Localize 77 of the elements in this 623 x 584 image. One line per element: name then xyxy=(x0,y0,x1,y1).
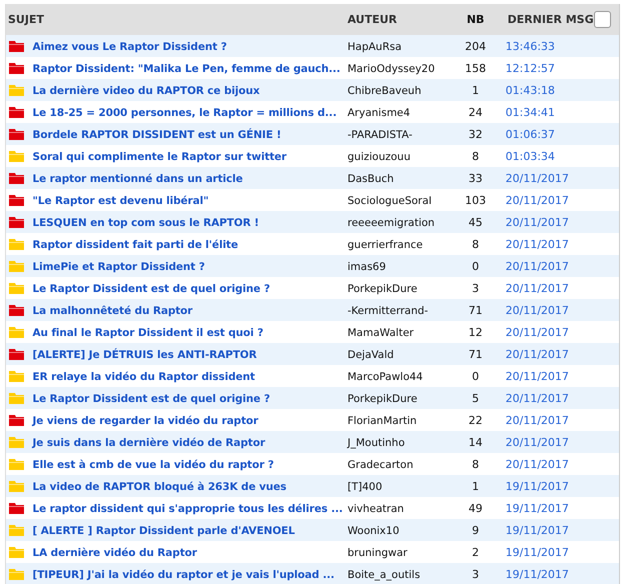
last-message-link[interactable]: 19/11/2017 xyxy=(506,546,569,558)
author-name: PorkepikDure xyxy=(348,392,418,404)
author-name: Boite_a_outils xyxy=(348,568,420,580)
reply-count: 1 xyxy=(472,480,479,492)
reply-count: 12 xyxy=(468,326,482,338)
reply-count: 24 xyxy=(468,106,482,118)
author-name: HapAuRsa xyxy=(348,40,402,52)
topic-link[interactable]: Au final le Raptor Dissident il est quoi ? xyxy=(32,326,264,338)
reply-count: 158 xyxy=(465,62,486,74)
reply-count: 0 xyxy=(472,370,479,382)
topic-link[interactable]: Raptor Dissident: "Malika Le Pen, femme de gauch... xyxy=(32,62,340,74)
topic-link[interactable]: Raptor dissident fait parti de l'élite xyxy=(32,238,238,250)
reply-count: 2 xyxy=(472,546,479,558)
select-all-checkbox[interactable] xyxy=(594,11,610,28)
author-name: FlorianMartin xyxy=(348,414,417,426)
reply-count: 1 xyxy=(472,84,479,96)
topic-link[interactable]: LA dernière vidéo du Raptor xyxy=(32,546,197,558)
reply-count: 33 xyxy=(468,172,482,184)
topic-link[interactable]: ER relaye la vidéo du Raptor dissident xyxy=(32,370,255,382)
last-message-link[interactable]: 01:34:41 xyxy=(506,106,555,118)
last-message-link[interactable]: 12:12:57 xyxy=(506,62,555,74)
topic-link[interactable]: Elle est à cmb de vue la vidéo du raptor ? xyxy=(32,458,274,470)
author-name: DasBuch xyxy=(348,172,394,184)
reply-count: 8 xyxy=(472,150,479,162)
reply-count: 3 xyxy=(472,282,479,294)
last-message-link[interactable]: 01:03:34 xyxy=(506,150,555,162)
reply-count: 8 xyxy=(472,458,479,470)
reply-count: 49 xyxy=(468,502,482,514)
reply-count: 71 xyxy=(468,348,482,360)
reply-count: 32 xyxy=(468,128,482,140)
author-name: J_Moutinho xyxy=(348,436,405,448)
author-name: Aryanisme4 xyxy=(348,106,410,118)
topic-link[interactable]: Le raptor dissident qui s'approprie tous les délires ... xyxy=(32,502,343,514)
last-message-link[interactable]: 20/11/2017 xyxy=(506,194,569,206)
topic-link[interactable]: Je viens de regarder la vidéo du raptor xyxy=(32,414,258,426)
topic-link[interactable]: Le 18-25 = 2000 personnes, le Raptor = millions d... xyxy=(32,106,337,118)
author-name: vivheatran xyxy=(348,502,404,514)
last-message-link[interactable]: 20/11/2017 xyxy=(506,370,569,382)
author-name: ChibreBaveuh xyxy=(348,84,422,96)
reply-count: 204 xyxy=(465,40,486,52)
last-message-link[interactable]: 20/11/2017 xyxy=(506,282,569,294)
topic-link[interactable]: "Le Raptor est devenu libéral" xyxy=(32,194,209,206)
author-name: bruningwar xyxy=(348,546,408,558)
last-message-link[interactable]: 20/11/2017 xyxy=(506,326,569,338)
author-name: guerrierfrance xyxy=(348,238,423,250)
author-name: DejaVald xyxy=(348,348,394,360)
reply-count: 22 xyxy=(468,414,482,426)
author-name: reeeeemigration xyxy=(348,216,435,228)
last-message-link[interactable]: 20/11/2017 xyxy=(506,458,569,470)
author-name: Gradecarton xyxy=(348,458,414,470)
author-name: MarioOdyssey20 xyxy=(348,62,435,74)
last-message-link[interactable]: 20/11/2017 xyxy=(506,414,569,426)
reply-count: 5 xyxy=(472,392,479,404)
author-name: PorkepikDure xyxy=(348,282,418,294)
reply-count: 3 xyxy=(472,568,479,580)
author-name: MarcoPawlo44 xyxy=(348,370,423,382)
reply-count: 0 xyxy=(472,260,479,272)
reply-count: 14 xyxy=(468,436,482,448)
author-name: guiziouzouu xyxy=(348,150,410,162)
topic-link[interactable]: Le Raptor Dissident est de quel origine ? xyxy=(32,282,270,294)
column-header[interactable]: AUTEUR xyxy=(348,13,398,26)
author-name: Woonix10 xyxy=(348,524,400,536)
reply-count: 71 xyxy=(468,304,482,316)
last-message-link[interactable]: 20/11/2017 xyxy=(506,238,569,250)
author-name: imas69 xyxy=(348,260,386,272)
author-name: SociologueSoraI xyxy=(348,194,432,206)
last-message-link[interactable]: 19/11/2017 xyxy=(506,502,569,514)
author-name: MamaWalter xyxy=(348,326,414,338)
author-name: [T]400 xyxy=(348,480,382,492)
reply-count: 9 xyxy=(472,524,479,536)
reply-count: 45 xyxy=(468,216,482,228)
reply-count: 103 xyxy=(465,194,486,206)
author-name: -PARADISTA- xyxy=(348,128,412,140)
column-header[interactable]: SUJET xyxy=(6,13,44,26)
reply-count: 8 xyxy=(472,238,479,250)
author-name: -Kermitterrand- xyxy=(348,304,428,316)
topic-link[interactable]: Soral qui complimente le Raptor sur twitter xyxy=(32,150,287,162)
